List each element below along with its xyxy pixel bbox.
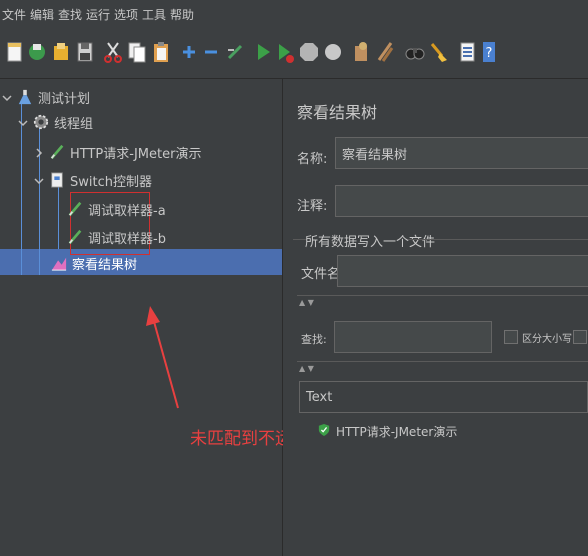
check-shield-icon xyxy=(318,423,330,440)
collapse-arrows-icon[interactable]: ▲ ▼ xyxy=(299,298,314,307)
panel-title: 察看结果树 xyxy=(297,103,378,122)
split-divider xyxy=(297,361,588,362)
comment-label: 注释: xyxy=(297,199,328,214)
renderer-select[interactable]: Text xyxy=(299,381,588,413)
comment-field[interactable] xyxy=(335,185,588,217)
result-item-http-request[interactable]: HTTP请求-JMeter演示 xyxy=(318,423,457,440)
regex-checkbox[interactable] xyxy=(573,330,587,344)
search-input[interactable] xyxy=(334,321,492,353)
search-label: 查找: xyxy=(301,333,327,346)
case-sensitive-label: 区分大小写 xyxy=(522,334,572,345)
name-field[interactable]: 察看结果树 xyxy=(335,137,588,169)
section-divider xyxy=(408,239,588,240)
filename-field[interactable] xyxy=(337,255,588,287)
view-results-panel: 察看结果树 名称: 察看结果树 注释: 所有数据写入一个文件 文件名 ▲ ▼ 查… xyxy=(283,79,588,556)
collapse-arrows-icon[interactable]: ▲ ▼ xyxy=(299,364,314,373)
filename-label: 文件名 xyxy=(301,267,341,282)
case-sensitive-checkbox[interactable] xyxy=(504,330,518,344)
split-divider xyxy=(297,295,588,296)
name-label: 名称: xyxy=(297,152,328,167)
file-section-label: 所有数据写入一个文件 xyxy=(305,235,436,250)
result-item-label: HTTP请求-JMeter演示 xyxy=(336,425,458,439)
